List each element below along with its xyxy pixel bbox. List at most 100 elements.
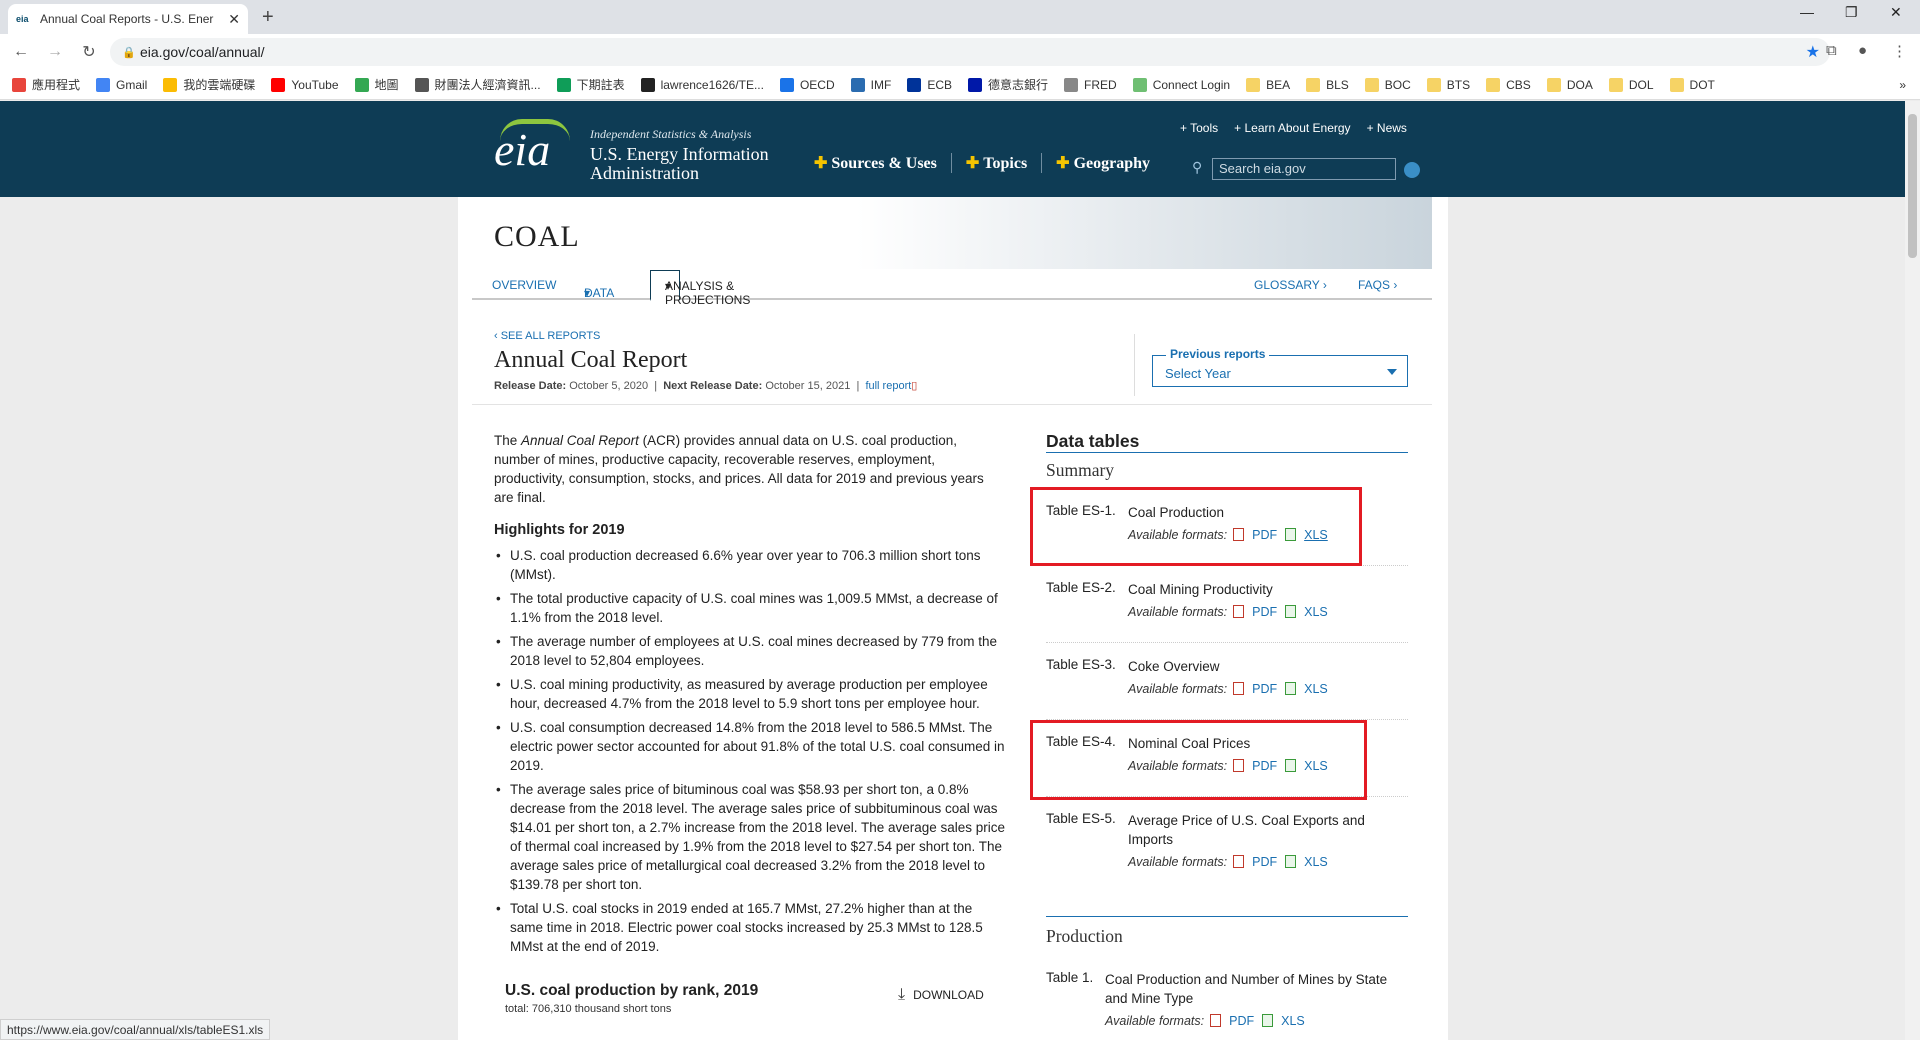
pdf-link[interactable]: PDF [1252,682,1277,696]
tab-overview[interactable]: OVERVIEW [492,278,556,292]
bookmark-item[interactable]: ECB [907,77,952,92]
bookmark-item[interactable]: 財團法人經濟資訊... [414,76,541,93]
xls-link[interactable]: XLS [1304,605,1328,619]
bookmark-item[interactable]: DOT [1669,77,1715,92]
scrollbar-thumb[interactable] [1908,114,1917,258]
data-tables-title: Data tables [1046,431,1140,451]
nav-geography[interactable]: ✚ Geography [1042,153,1164,173]
nav-label: Geography [1073,155,1151,172]
download-button[interactable]: ⤓ DOWNLOAD [898,986,984,1004]
download-label: DOWNLOAD [913,988,984,1002]
bookmark-label: 我的雲端硬碟 [183,78,256,92]
agency-name[interactable]: U.S. Energy Information Administration [590,145,790,183]
bookmark-label: Connect Login [1152,77,1231,92]
reload-icon[interactable]: ↻ [76,42,102,62]
bookmark-item[interactable]: 地圖 [354,76,399,93]
close-window-icon[interactable]: ✕ [1890,4,1902,21]
pdf-link[interactable]: PDF [1229,1014,1254,1028]
bookmark-item[interactable]: CBS [1486,77,1531,92]
close-tab-icon[interactable]: ✕ [228,11,240,28]
bookmark-item[interactable]: BLS [1306,77,1349,92]
bookmark-icon [640,77,655,92]
xls-link[interactable]: XLS [1304,855,1328,869]
bookmark-item[interactable]: DOA [1546,77,1593,92]
bookmark-item[interactable]: DOL [1608,77,1654,92]
chart-title: U.S. coal production by rank, 2019 [505,982,759,999]
table-row: Table 1. Coal Production and Number of M… [1046,970,1408,1030]
minimize-icon[interactable]: — [1800,4,1814,20]
pdf-link[interactable]: PDF [1252,855,1277,869]
list-item: U.S. coal mining productivity, as measur… [494,675,1006,713]
table-number: Table ES-3. [1046,657,1116,672]
highlights-list: U.S. coal production decreased 6.6% year… [494,546,1006,961]
bookmark-item[interactable]: YouTube [271,77,339,92]
bookmark-item[interactable]: BOC [1364,77,1411,92]
menu-kebab-icon[interactable]: ⋮ [1892,42,1907,60]
util-link-learn[interactable]: + Learn About Energy [1234,121,1350,135]
full-report-link[interactable]: full report [865,380,911,392]
bookmark-star-icon[interactable]: ★ [1806,42,1820,62]
bookmark-item[interactable]: 我的雲端硬碟 [163,76,255,93]
search-input[interactable]: Search eia.gov [1212,158,1396,180]
bookmark-item[interactable]: FRED [1064,77,1117,92]
pdf-link[interactable]: PDF [1252,605,1277,619]
bookmark-label: 地圖 [374,78,399,92]
bookmark-icon [907,77,922,92]
nav-topics[interactable]: ✚ Topics [952,153,1043,173]
nav-label: Topics [983,155,1028,172]
util-link-tools[interactable]: + Tools [1180,121,1218,135]
table-name[interactable]: Coke Overview [1128,657,1398,676]
bookmark-item[interactable]: Connect Login [1132,77,1231,92]
see-all-reports-link[interactable]: ‹ SEE ALL REPORTS [494,330,600,342]
list-item: Total U.S. coal stocks in 2019 ended at … [494,899,1006,956]
divider [1046,642,1408,643]
browser-toolbar: ← → ↻ 🔒 eia.gov/coal/annual/ ★ ⧉ ● ⋮ [0,34,1920,70]
bookmark-item[interactable]: IMF [850,77,892,92]
back-icon[interactable]: ← [8,43,34,61]
eia-logo[interactable]: eia [494,123,550,176]
bookmark-item[interactable]: Gmail [96,77,147,92]
bookmark-item[interactable]: BTS [1426,77,1470,92]
bookmark-item[interactable]: 應用程式 [12,76,80,93]
table-number: Table ES-2. [1046,580,1116,595]
lock-icon[interactable]: 🔒 [122,46,136,59]
plus-icon: ✚ [814,155,828,172]
new-tab-icon[interactable]: + [262,6,274,29]
formats: Available formats: PDF XLS [1128,855,1328,869]
bookmark-label: IMF [870,77,892,92]
bookmark-label: 應用程式 [32,78,81,92]
release-info: Release Date: October 5, 2020 | Next Rel… [494,380,918,392]
bookmark-item[interactable]: lawrence1626/TE... [640,77,764,92]
bookmark-item[interactable]: BEA [1246,77,1290,92]
link-glossary[interactable]: GLOSSARY › [1254,278,1327,292]
xls-link[interactable]: XLS [1281,1014,1305,1028]
section-subnav: OVERVIEW DATA ▾ ANALYSIS & PROJECTIONS ▾… [472,270,1432,307]
divider [1134,334,1135,396]
table-name[interactable]: Coal Production and Number of Mines by S… [1105,970,1405,1008]
bookmark-item[interactable]: 德意志銀行 [968,76,1048,93]
bookmark-icon [354,77,369,92]
tab-analysis-projections[interactable]: ANALYSIS & PROJECTIONS ▾ [650,270,750,307]
bookmarks-overflow-icon[interactable]: » [1899,78,1906,92]
address-bar[interactable]: 🔒 eia.gov/coal/annual/ ★ [110,38,1830,66]
divider [472,404,1432,405]
restore-icon[interactable]: ❐ [1845,4,1858,21]
link-faqs[interactable]: FAQS › [1358,278,1397,292]
bookmark-icon [1426,77,1441,92]
browser-tab-active[interactable]: eia Annual Coal Reports - U.S. Ener ✕ [8,4,248,34]
bookmark-item[interactable]: OECD [779,77,835,92]
table-name[interactable]: Average Price of U.S. Coal Exports and I… [1128,811,1398,849]
bookmark-icon [1546,77,1561,92]
profile-avatar-icon[interactable]: ● [1858,42,1867,59]
util-link-news[interactable]: + News [1367,121,1407,135]
extensions-icon[interactable]: ⧉ [1826,42,1837,59]
table-name[interactable]: Coal Mining Productivity [1128,580,1398,599]
nav-sources-uses[interactable]: ✚ Sources & Uses [800,153,952,173]
table-number: Table ES-5. [1046,811,1116,826]
search-go-button[interactable] [1404,162,1420,178]
main-nav: ✚ Sources & Uses ✚ Topics ✚ Geography [800,153,1164,173]
forward-icon[interactable]: → [42,43,68,61]
bookmark-item[interactable]: 下期註表 [556,76,625,93]
pdf-icon: ▯ [911,380,918,392]
xls-link[interactable]: XLS [1304,682,1328,696]
